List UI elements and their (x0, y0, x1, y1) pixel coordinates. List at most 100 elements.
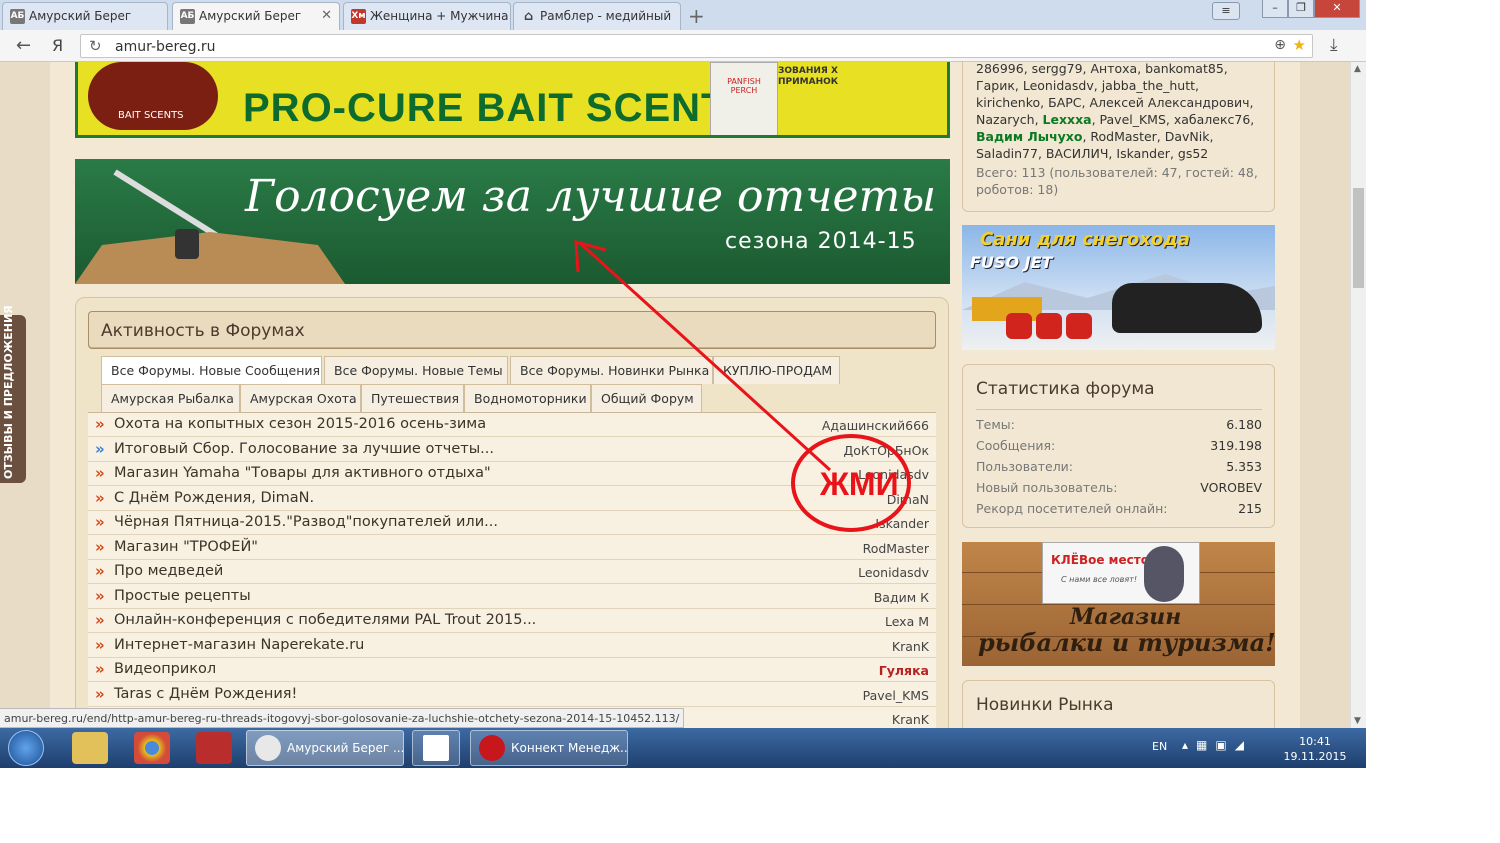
thread-title-link[interactable]: С Днём Рождения, DimaN. (114, 490, 314, 506)
annotation-label: ЖМИ (820, 466, 899, 502)
pirate-logo: BAIT SCENTS (88, 62, 218, 130)
thread-title-link[interactable]: Taras с Днём Рождения! (114, 686, 297, 702)
thread-title-link[interactable]: Чёрная Пятница-2015."Развод"покупателей … (114, 514, 498, 530)
thread-user-link[interactable]: ДоКтОрБнОк (844, 443, 929, 458)
page-scrollbar[interactable]: ▲ ▼ (1350, 62, 1366, 728)
new-tab-button[interactable]: + (688, 4, 705, 28)
sani-ad-banner[interactable]: Сани для снегохода FUSO JET (962, 225, 1275, 350)
url-box[interactable]: ↻ amur-bereg.ru ⊕ ★ (80, 34, 1313, 58)
scroll-up-arrow-icon[interactable]: ▲ (1354, 64, 1361, 74)
thread-row[interactable]: » Про медведей Leonidasdv (88, 560, 936, 584)
system-tray-icons[interactable]: ▴▦▣◢ (1182, 738, 1252, 752)
thread-user-link[interactable]: Iskander (875, 516, 929, 531)
thread-user-link[interactable]: Lexa M (885, 614, 929, 629)
thread-title-link[interactable]: Магазин "ТРОФЕЙ" (114, 539, 258, 555)
thread-row[interactable]: » Интернет-магазин Naperekate.ru KranK (88, 634, 936, 658)
thread-user-link[interactable]: RodMaster (863, 541, 929, 556)
shop-ad-line1: Магазин (1070, 604, 1182, 630)
stat-row: Новый пользователь: VOROBEV (976, 480, 1262, 495)
vote-banner[interactable]: Голосуем за лучшие отчеты сезона 2014-15 (75, 159, 950, 284)
calendar-app-icon[interactable] (196, 732, 232, 764)
procure-banner[interactable]: BAIT SCENTS PRO-CURE BAIT SCENTS PANFISH… (75, 62, 950, 138)
clock-time: 10:41 (1299, 735, 1331, 748)
taskbar-task-browser[interactable]: Амурский Берег ... (246, 730, 404, 766)
inkwell-icon (175, 229, 199, 259)
language-indicator[interactable]: EN (1152, 740, 1167, 753)
stat-row: Рекорд посетителей онлайн: 215 (976, 501, 1262, 516)
thread-title-link[interactable]: Интернет-магазин Naperekate.ru (114, 637, 364, 653)
barrel-image (1066, 313, 1092, 339)
tab-label: Женщина + Мужчина (370, 9, 509, 23)
hm-favicon-icon: Хм (351, 9, 366, 24)
thread-row[interactable]: » Охота на копытных сезон 2015-2016 осень… (88, 413, 936, 437)
thread-user-link[interactable]: Адашинский666 (822, 418, 929, 433)
thread-row[interactable]: » С Днём Рождения, DimaN. DimaN (88, 487, 936, 511)
thread-title-link[interactable]: Онлайн-конференция с победителями PAL Tr… (114, 612, 536, 628)
browser-tab-2[interactable]: АБ Амурский Берег ✕ (172, 2, 340, 31)
close-tab-icon[interactable]: ✕ (321, 8, 332, 23)
thread-title-link[interactable]: Про медведей (114, 563, 223, 579)
tab-general-forum[interactable]: Общий Форум (591, 384, 702, 412)
yandex-button[interactable]: Я (52, 36, 63, 55)
thread-title-link[interactable]: Итоговый Сбор. Голосование за лучшие отч… (114, 441, 494, 457)
tab-all-new-posts[interactable]: Все Форумы. Новые Сообщения (101, 356, 322, 384)
thread-row[interactable]: » Чёрная Пятница-2015."Развод"покупателей… (88, 511, 936, 535)
feedback-side-tab[interactable]: ОТЗЫВЫ И ПРЕДЛОЖЕНИЯ (0, 305, 26, 483)
tab-all-new-topics[interactable]: Все Форумы. Новые Темы (324, 356, 508, 384)
thread-title-link[interactable]: Охота на копытных сезон 2015-2016 осень-… (114, 416, 486, 432)
chrome-icon[interactable] (134, 732, 170, 764)
scroll-thumb[interactable] (1353, 188, 1364, 288)
ab-favicon-icon: АБ (10, 9, 25, 24)
tab-amur-fishing[interactable]: Амурская Рыбалка (101, 384, 240, 412)
tab-travel[interactable]: Путешествия (361, 384, 464, 412)
download-icon[interactable]: ⤓ (1330, 35, 1338, 55)
tab-buy-sell[interactable]: КУПЛЮ-ПРОДАМ (713, 356, 840, 384)
thread-row[interactable]: » Taras с Днём Рождения! Pavel_KMS (88, 683, 936, 707)
thread-row[interactable]: » Простые рецепты Вадим К (88, 585, 936, 609)
thread-title-link[interactable]: Магазин Yamaha "Товары для активного отд… (114, 465, 491, 481)
thread-user-link[interactable]: Вадим К (874, 590, 929, 605)
minimize-button[interactable]: – (1262, 0, 1288, 18)
windows-taskbar: Амурский Берег ... Коннект Менедж... EN … (0, 728, 1366, 768)
menu-icon[interactable]: ≡ (1212, 2, 1240, 20)
file-explorer-icon[interactable] (72, 732, 108, 764)
thread-row[interactable]: » Магазин Yamaha "Товары для активного от… (88, 462, 936, 486)
thread-user-link[interactable]: KranK (892, 712, 929, 727)
thread-user-link[interactable]: KranK (892, 639, 929, 654)
restore-button[interactable]: ❐ (1288, 0, 1314, 18)
start-button[interactable] (8, 730, 44, 766)
scroll-down-arrow-icon[interactable]: ▼ (1354, 716, 1361, 726)
thread-row[interactable]: » Магазин "ТРОФЕЙ" RodMaster (88, 536, 936, 560)
online-total: Всего: 113 (пользователей: 47, гостей: 4… (976, 165, 1258, 197)
thread-row[interactable]: » Онлайн-конференция с победителями PAL T… (88, 609, 936, 633)
thread-user-link[interactable]: Leonidasdv (858, 565, 929, 580)
online-user-highlight[interactable]: Вадим Лычухо (976, 129, 1082, 144)
online-user-highlight[interactable]: Lexxxa (1043, 112, 1092, 127)
reload-icon[interactable]: ↻ (89, 37, 102, 55)
browser-tab-4[interactable]: ⌂ Рамблер - медийный (513, 2, 681, 30)
thread-title-link[interactable]: Видеоприкол (114, 661, 216, 677)
tab-market-news[interactable]: Все Форумы. Новинки Рынка (510, 356, 713, 384)
zoom-search-icon[interactable]: ⊕ (1274, 37, 1286, 53)
thread-title-link[interactable]: Простые рецепты (114, 588, 251, 604)
thread-row[interactable]: » Итоговый Сбор. Голосование за лучшие от… (88, 438, 936, 462)
fishing-shop-ad[interactable]: КЛЁВое место С нами все ловят! Магазин р… (962, 542, 1275, 666)
taskbar-task-connect[interactable]: Коннект Менедж... (470, 730, 628, 766)
back-arrow-icon[interactable]: ← (16, 35, 31, 56)
thread-row[interactable]: » Видеоприкол Гуляка (88, 658, 936, 682)
browser-tab-3[interactable]: Хм Женщина + Мужчина (343, 2, 511, 30)
clock[interactable]: 10:41 19.11.2015 (1282, 734, 1348, 764)
taskbar-task-yandex[interactable] (412, 730, 460, 766)
thread-user-link[interactable]: Гуляка (879, 663, 929, 678)
browser-tab-1[interactable]: АБ Амурский Берег (2, 2, 168, 30)
tab-boating[interactable]: Водномоторники (464, 384, 591, 412)
tab-amur-hunting[interactable]: Амурская Охота (240, 384, 361, 412)
close-window-button[interactable]: ✕ (1314, 0, 1360, 18)
yandex-icon (423, 735, 449, 761)
new-user-link[interactable]: VOROBEV (1200, 480, 1262, 495)
fish-icon (1144, 546, 1184, 602)
url-input[interactable]: amur-bereg.ru (115, 39, 216, 55)
bookmark-star-icon[interactable]: ★ (1293, 36, 1306, 54)
new-market-title: Новинки Рынка (976, 695, 1114, 715)
thread-user-link[interactable]: Pavel_KMS (863, 688, 929, 703)
